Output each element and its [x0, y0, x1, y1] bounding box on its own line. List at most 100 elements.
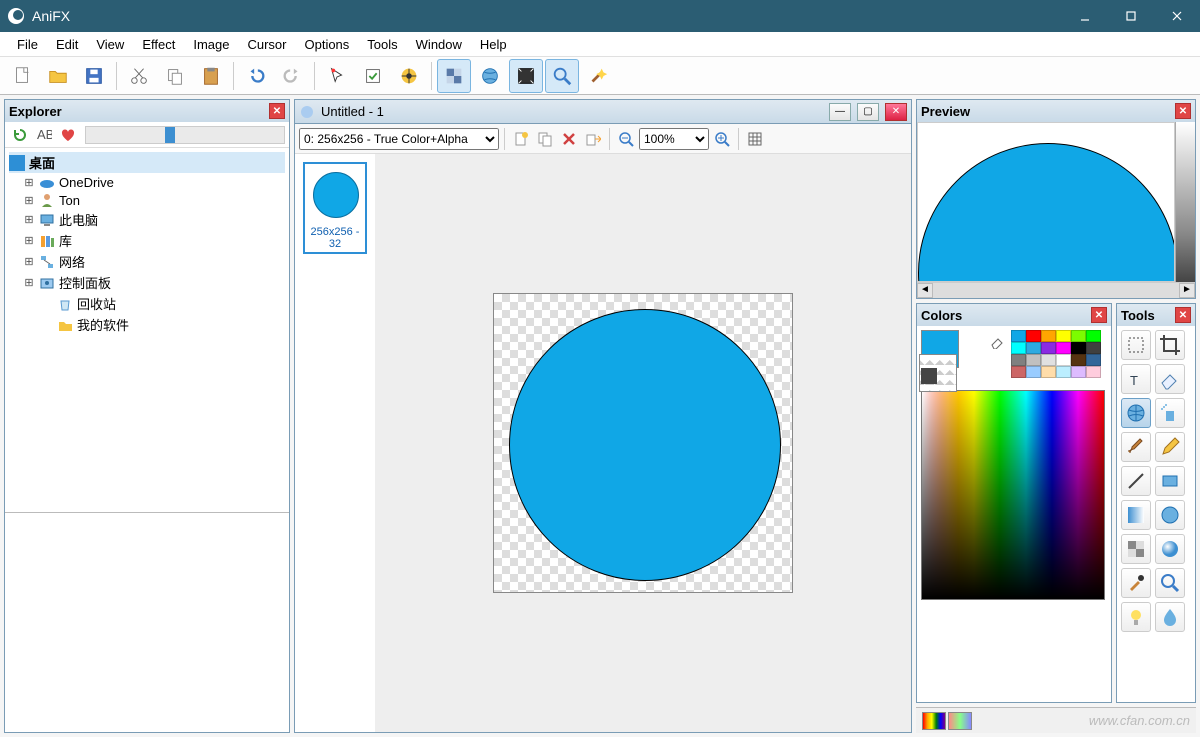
tool-brush[interactable]	[1121, 432, 1151, 462]
palette-color[interactable]	[1011, 330, 1026, 342]
palette-color[interactable]	[1086, 330, 1101, 342]
fit-button[interactable]	[509, 59, 543, 93]
palette-color[interactable]	[1071, 342, 1086, 354]
rename-button[interactable]: ABC	[33, 124, 55, 146]
tree-root[interactable]: 桌面	[9, 152, 285, 173]
scroll-left-button[interactable]: ◄	[917, 283, 933, 298]
menu-view[interactable]: View	[87, 34, 133, 55]
tool-eyedrop[interactable]	[1121, 568, 1151, 598]
tool-checker[interactable]	[1121, 534, 1151, 564]
zoom-button[interactable]	[545, 59, 579, 93]
tool-sphere[interactable]	[1155, 534, 1185, 564]
grid-button[interactable]	[744, 128, 766, 150]
color-gradient-picker[interactable]	[921, 390, 1105, 600]
document-titlebar[interactable]: Untitled - 1 — ▢ ✕	[295, 100, 911, 124]
zoom-out-button[interactable]	[615, 128, 637, 150]
palette-color[interactable]	[1071, 366, 1086, 378]
palette-color[interactable]	[1041, 342, 1056, 354]
zoom-select[interactable]: 100%	[639, 128, 709, 150]
zoom-in-button[interactable]	[711, 128, 733, 150]
tool-light[interactable]	[1121, 602, 1151, 632]
menu-edit[interactable]: Edit	[47, 34, 87, 55]
open-file-button[interactable]	[41, 59, 75, 93]
tool-gradient[interactable]	[1121, 500, 1151, 530]
tree-node-folder[interactable]: 我的软件	[9, 314, 285, 335]
palette-color[interactable]	[1011, 354, 1026, 366]
menu-options[interactable]: Options	[295, 34, 358, 55]
palette-color[interactable]	[1056, 354, 1071, 366]
tree-node-onedrive[interactable]: ⊞OneDrive	[9, 173, 285, 191]
paste-button[interactable]	[194, 59, 228, 93]
expand-icon[interactable]: ⊞	[23, 276, 35, 289]
tree-node-library[interactable]: ⊞库	[9, 230, 285, 251]
palette-color[interactable]	[1056, 330, 1071, 342]
palette-color[interactable]	[1086, 354, 1101, 366]
palette-color[interactable]	[1041, 330, 1056, 342]
swap-colors-button[interactable]	[921, 368, 937, 384]
palette-color[interactable]	[1011, 342, 1026, 354]
palette-color[interactable]	[1056, 366, 1071, 378]
doc-export-button[interactable]	[582, 128, 604, 150]
expand-icon[interactable]: ⊞	[23, 234, 35, 247]
expand-icon[interactable]: ⊞	[23, 213, 35, 226]
palette-color[interactable]	[1041, 366, 1056, 378]
scroll-right-button[interactable]: ►	[1179, 283, 1195, 298]
cut-button[interactable]	[122, 59, 156, 93]
palette-color[interactable]	[1011, 366, 1026, 378]
doc-dup-button[interactable]	[534, 128, 556, 150]
tool-rect[interactable]	[1155, 466, 1185, 496]
palette-color[interactable]	[1071, 354, 1086, 366]
format-select[interactable]: 0: 256x256 - True Color+Alpha	[299, 128, 499, 150]
tree-node-control[interactable]: ⊞控制面板	[9, 272, 285, 293]
thumbnail-size-slider[interactable]	[85, 126, 285, 144]
expand-icon[interactable]: ⊞	[23, 255, 35, 268]
tool-spray[interactable]	[1155, 398, 1185, 428]
expand-icon[interactable]: ⊞	[23, 194, 35, 207]
doc-maximize-button[interactable]: ▢	[857, 103, 879, 121]
menu-image[interactable]: Image	[184, 34, 238, 55]
tree-node-network[interactable]: ⊞网络	[9, 251, 285, 272]
tools-close-button[interactable]: ✕	[1175, 307, 1191, 323]
palette-color[interactable]	[1026, 330, 1041, 342]
undo-button[interactable]	[239, 59, 273, 93]
close-button[interactable]	[1154, 0, 1200, 32]
target-button[interactable]	[392, 59, 426, 93]
checker-button[interactable]	[437, 59, 471, 93]
menu-cursor[interactable]: Cursor	[238, 34, 295, 55]
save-file-button[interactable]	[77, 59, 111, 93]
copy-button[interactable]	[158, 59, 192, 93]
tool-zoom[interactable]	[1155, 568, 1185, 598]
menu-window[interactable]: Window	[407, 34, 471, 55]
palette-color[interactable]	[1026, 354, 1041, 366]
expand-icon[interactable]: ⊞	[23, 176, 35, 189]
tool-circle[interactable]	[1155, 500, 1185, 530]
thumbnail[interactable]: 256x256 - 32	[303, 162, 367, 254]
doc-new-button[interactable]	[510, 128, 532, 150]
tree-node-computer[interactable]: ⊞此电脑	[9, 209, 285, 230]
tool-eraser[interactable]	[1155, 364, 1185, 394]
pointer-button[interactable]	[320, 59, 354, 93]
tree-node-recycle[interactable]: 回收站	[9, 293, 285, 314]
gradient-swatch-1[interactable]	[922, 712, 946, 730]
tool-text[interactable]: T	[1121, 364, 1151, 394]
color-palette[interactable]	[1011, 330, 1101, 378]
eraser-icon[interactable]	[985, 330, 1007, 352]
globe-button[interactable]	[473, 59, 507, 93]
palette-color[interactable]	[1026, 366, 1041, 378]
preview-viewport[interactable]	[917, 122, 1175, 282]
tool-select-rect[interactable]	[1121, 330, 1151, 360]
explorer-close-button[interactable]: ✕	[269, 103, 285, 119]
favorite-button[interactable]	[57, 124, 79, 146]
palette-color[interactable]	[1041, 354, 1056, 366]
canvas[interactable]	[493, 293, 793, 593]
doc-close-button[interactable]: ✕	[885, 103, 907, 121]
palette-color[interactable]	[1086, 342, 1101, 354]
wand-button[interactable]	[581, 59, 615, 93]
menu-file[interactable]: File	[8, 34, 47, 55]
preview-grayscale-bar[interactable]	[1175, 122, 1195, 282]
maximize-button[interactable]	[1108, 0, 1154, 32]
palette-color[interactable]	[1071, 330, 1086, 342]
test-button[interactable]	[356, 59, 390, 93]
menu-help[interactable]: Help	[471, 34, 516, 55]
new-file-button[interactable]	[5, 59, 39, 93]
